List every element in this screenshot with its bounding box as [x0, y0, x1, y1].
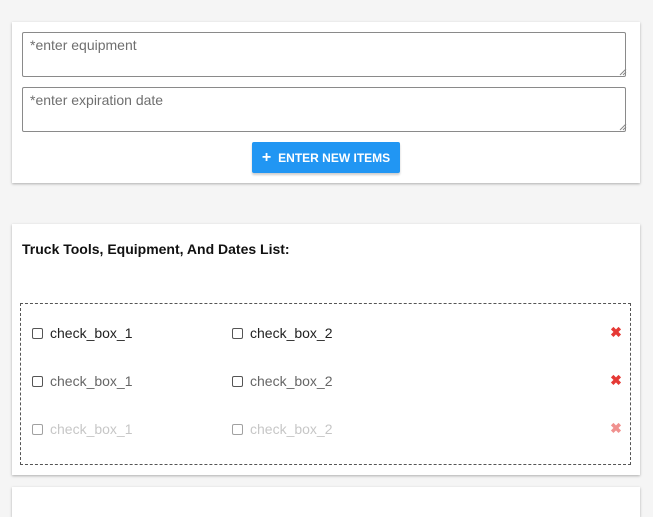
checkbox-label: check_box_2: [250, 421, 333, 437]
checkbox-icon[interactable]: [32, 423, 43, 435]
list-item: check_box_1 check_box_2 ✖: [21, 369, 630, 393]
plus-icon: +: [261, 148, 272, 166]
next-card: [12, 487, 640, 517]
delete-icon[interactable]: ✖: [608, 324, 624, 340]
enter-new-items-label: ENTER NEW ITEMS: [278, 150, 391, 165]
checkbox-label: check_box_1: [50, 421, 133, 437]
list-item: check_box_1 check_box_2 ✖: [21, 417, 630, 441]
item-list: check_box_1 check_box_2 ✖ check_box_1 ch…: [20, 303, 631, 465]
checkbox-1[interactable]: check_box_1: [32, 321, 133, 345]
checkbox-label: check_box_2: [250, 373, 333, 389]
checkbox-label: check_box_1: [50, 325, 133, 341]
checkbox-1[interactable]: check_box_1: [32, 417, 133, 441]
checkbox-icon[interactable]: [232, 327, 243, 339]
list-item: check_box_1 check_box_2 ✖: [21, 321, 630, 345]
enter-new-items-button[interactable]: + ENTER NEW ITEMS: [252, 142, 400, 173]
checkbox-2[interactable]: check_box_2: [232, 321, 333, 345]
checkbox-icon[interactable]: [32, 327, 43, 339]
checkbox-1[interactable]: check_box_1: [32, 369, 133, 393]
checkbox-label: check_box_1: [50, 373, 133, 389]
equipment-list-card: Truck Tools, Equipment, And Dates List: …: [12, 224, 640, 475]
checkbox-icon[interactable]: [32, 375, 43, 387]
expiration-date-input[interactable]: [22, 87, 626, 132]
equipment-input[interactable]: [22, 32, 626, 77]
checkbox-icon[interactable]: [232, 375, 243, 387]
delete-icon[interactable]: ✖: [608, 420, 624, 436]
checkbox-2[interactable]: check_box_2: [232, 369, 333, 393]
checkbox-2[interactable]: check_box_2: [232, 417, 333, 441]
checkbox-label: check_box_2: [250, 325, 333, 341]
delete-icon[interactable]: ✖: [608, 372, 624, 388]
checkbox-icon[interactable]: [232, 423, 243, 435]
list-title: Truck Tools, Equipment, And Dates List:: [22, 241, 290, 257]
new-item-form-card: + ENTER NEW ITEMS: [12, 22, 640, 183]
